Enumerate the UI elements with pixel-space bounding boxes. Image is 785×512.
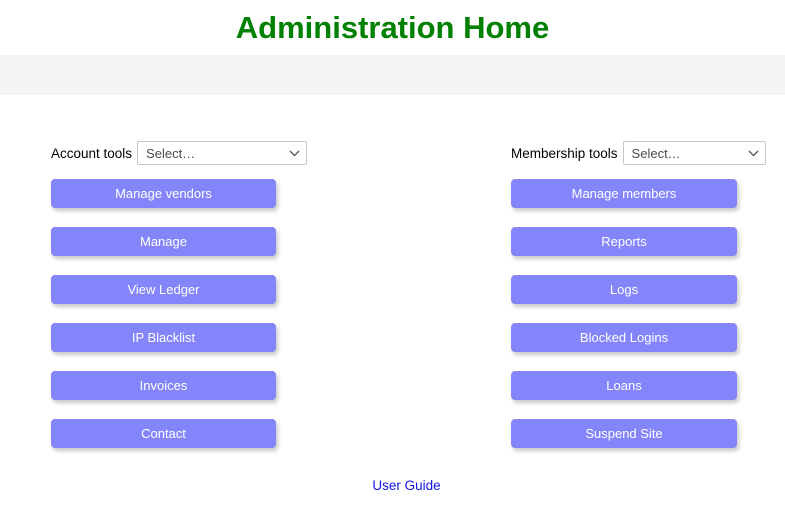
page-title: Administration Home [235,10,550,45]
account-tools-label: Account tools [51,145,133,161]
manage-members-button[interactable]: Manage members [511,179,737,208]
membership-tools-label: Membership tools [511,145,618,161]
account-tools-button-list: Manage vendors Manage View Ledger IP Bla… [51,179,307,448]
reports-button[interactable]: Reports [511,227,737,256]
membership-tools-select-value: Select… [631,145,681,161]
membership-tools-button-list: Manage members Reports Logs Blocked Logi… [511,179,766,448]
membership-tools-panel: Membership tools Select… Manage members … [511,95,766,467]
chevron-down-icon [289,150,300,157]
account-tools-select[interactable]: Select… [137,141,308,165]
membership-tools-row: Membership tools Select… [511,140,766,166]
user-guide-link[interactable]: User Guide [372,478,440,493]
manage-vendors-button[interactable]: Manage vendors [51,179,276,208]
contact-button[interactable]: Contact [51,419,276,448]
logs-button[interactable]: Logs [511,275,737,304]
account-tools-row: Account tools Select… [51,140,308,166]
ip-blacklist-button[interactable]: IP Blacklist [51,323,276,352]
view-ledger-button[interactable]: View Ledger [51,275,276,304]
subheader-band [0,55,785,95]
suspend-site-button[interactable]: Suspend Site [511,419,737,448]
manage-button[interactable]: Manage [51,227,276,256]
loans-button[interactable]: Loans [511,371,737,400]
invoices-button[interactable]: Invoices [51,371,276,400]
membership-tools-select[interactable]: Select… [622,141,766,165]
chevron-down-icon [748,150,759,157]
account-tools-select-value: Select… [146,145,196,161]
blocked-logins-button[interactable]: Blocked Logins [511,323,737,352]
account-tools-panel: Account tools Select… Manage vendors Man… [51,95,308,467]
footer: User Guide [0,477,785,495]
